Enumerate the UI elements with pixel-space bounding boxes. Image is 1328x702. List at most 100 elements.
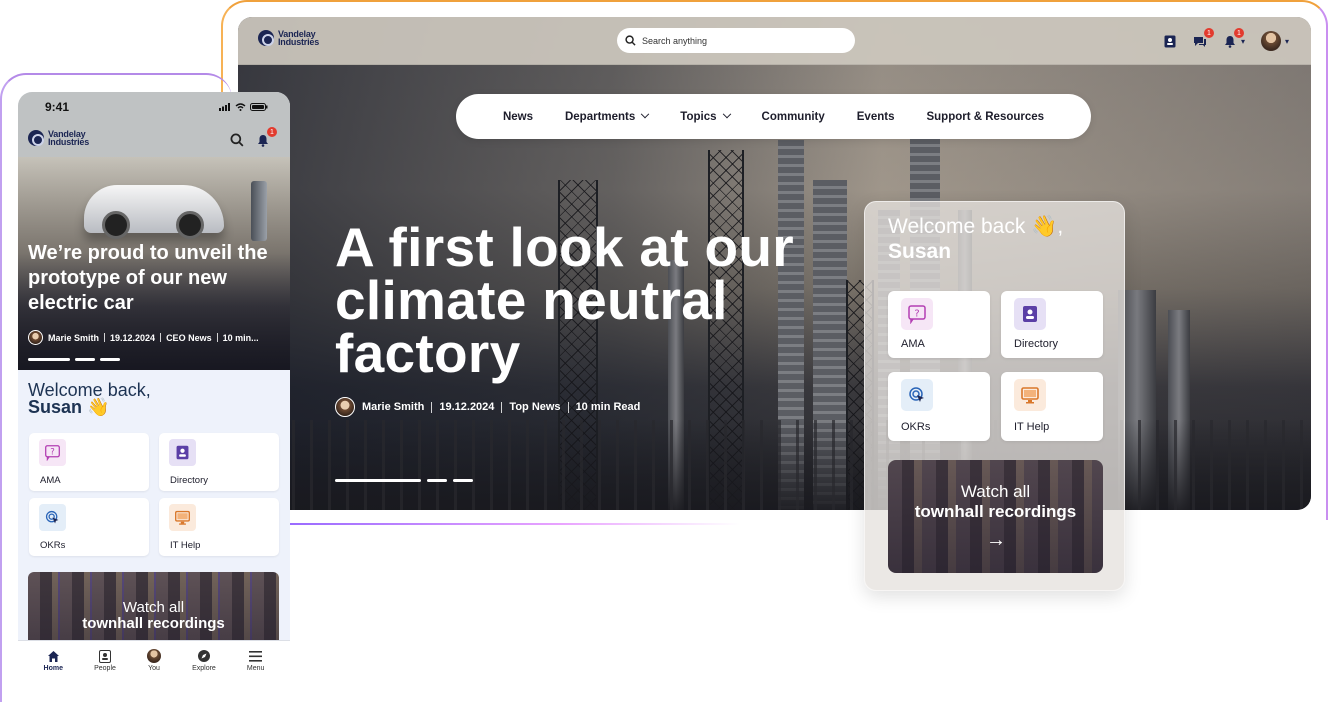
hero-article-meta: Marie Smith 19.12.2024 Top News 10 min R… (335, 397, 640, 417)
company-logo[interactable]: Vandelay Industries (258, 30, 330, 47)
tile-it-help[interactable]: IT Help (159, 498, 279, 556)
tile-okrs-label: OKRs (40, 540, 66, 551)
carousel-indicators (28, 358, 120, 361)
mobile-welcome-heading: Welcome back, Susan 👋 (28, 380, 151, 417)
contact-book-icon (98, 649, 112, 663)
welcome-card: Welcome back 👋, Susan ? AMA Directory OK… (864, 201, 1125, 591)
chevron-down-icon (641, 109, 650, 118)
main-navigation: News Departments Topics Community Events… (456, 94, 1091, 139)
tile-okrs[interactable]: OKRs (888, 372, 990, 441)
question-bubble-icon: ? (39, 439, 66, 466)
search-placeholder: Search anything (642, 35, 708, 46)
target-cursor-icon (901, 379, 933, 411)
author-avatar (335, 397, 355, 417)
signal-icon (219, 103, 230, 111)
category-label[interactable]: CEO News (166, 333, 212, 343)
mobile-intranet-app: 9:41 Vandelay Industries 1 We’re proud t… (18, 92, 290, 680)
tab-you[interactable]: You (146, 649, 161, 672)
tile-ama[interactable]: ? AMA (888, 291, 990, 358)
notifications-badge: 1 (267, 127, 277, 137)
user-avatar[interactable] (1260, 31, 1281, 51)
bottom-tab-bar: Home People You Explore Menu (18, 640, 290, 680)
tile-directory[interactable]: Directory (159, 433, 279, 491)
read-time: 10 min... (222, 332, 259, 343)
carousel-dot-active[interactable] (28, 358, 70, 361)
svg-text:?: ? (914, 309, 919, 320)
tab-menu[interactable]: Menu (247, 649, 264, 672)
company-logo[interactable]: Vandelay Industries (28, 130, 100, 147)
tile-it-help-label: IT Help (1014, 421, 1050, 433)
notifications-button[interactable]: 1 (256, 127, 277, 147)
messages-badge: 1 (1203, 28, 1214, 38)
search-button[interactable] (230, 133, 244, 152)
welcome-heading: Welcome back 👋, Susan (888, 215, 1064, 263)
logo-mark-icon (28, 130, 44, 146)
carousel-dot[interactable] (427, 479, 447, 482)
nav-news[interactable]: News (503, 111, 533, 123)
hero-headline[interactable]: A first look at our climate neutral fact… (335, 220, 855, 381)
bell-icon (1224, 35, 1235, 48)
desktop-top-bar: Vandelay Industries Search anything 1 1 … (238, 17, 1311, 65)
target-cursor-icon (39, 504, 66, 531)
notifications-button[interactable]: 1 (1223, 28, 1244, 48)
tile-ama[interactable]: ? AMA (29, 433, 149, 491)
tile-directory-label: Directory (170, 475, 209, 486)
publish-date: 19.12.2024 (439, 401, 495, 413)
decorative-glow-line (290, 523, 740, 525)
nav-events[interactable]: Events (857, 111, 895, 123)
nav-topics[interactable]: Topics (680, 109, 731, 123)
search-input[interactable]: Search anything (617, 28, 855, 53)
author-name[interactable]: Marie Smith (48, 333, 99, 343)
nav-departments[interactable]: Departments (565, 109, 650, 123)
mobile-hero-meta: Marie Smith 19.12.2024 CEO News 10 min..… (28, 330, 259, 345)
carousel-dot[interactable] (453, 479, 473, 482)
directory-shortcut-button[interactable] (1163, 34, 1177, 48)
tile-directory[interactable]: Directory (1001, 291, 1103, 358)
question-bubble-icon: ? (901, 298, 933, 330)
carousel-dot[interactable] (75, 358, 95, 361)
status-bar: 9:41 (18, 92, 290, 122)
tab-explore[interactable]: Explore (192, 649, 216, 672)
tile-okrs[interactable]: OKRs (29, 498, 149, 556)
chevron-down-icon[interactable]: ▾ (1285, 37, 1289, 46)
mobile-hero-headline: We’re proud to unveil the prototype of o… (28, 242, 268, 314)
wifi-icon (235, 103, 246, 111)
logo-line-2: Industries (278, 37, 320, 47)
search-icon (625, 35, 636, 46)
category-label[interactable]: Top News (509, 401, 560, 413)
logo-mark-icon (258, 30, 274, 46)
carousel-dot-active[interactable] (335, 479, 421, 482)
top-bar-actions: 1 1 ▾ ▾ (1163, 28, 1289, 51)
desktop-intranet-window: Vandelay Industries Search anything 1 1 … (238, 17, 1311, 510)
tile-okrs-label: OKRs (901, 421, 931, 433)
tile-directory-label: Directory (1014, 338, 1059, 350)
charging-station-image (251, 181, 267, 241)
messages-button[interactable]: 1 (1193, 28, 1214, 48)
status-time: 9:41 (45, 100, 70, 114)
bell-icon (258, 134, 268, 147)
author-name[interactable]: Marie Smith (362, 401, 424, 413)
nav-support-resources[interactable]: Support & Resources (926, 111, 1044, 123)
notifications-badge: 1 (1233, 28, 1244, 38)
tab-home[interactable]: Home (44, 649, 63, 672)
read-time: 10 min Read (575, 401, 641, 413)
contact-book-icon (1164, 35, 1176, 47)
townhall-recordings-banner[interactable]: Watch all townhall recordings → (888, 460, 1103, 573)
tile-it-help-label: IT Help (170, 540, 201, 551)
tile-it-help[interactable]: IT Help (1001, 372, 1103, 441)
profile-avatar-icon (146, 649, 161, 663)
chevron-down-icon (722, 109, 731, 118)
home-icon (46, 649, 60, 663)
carousel-dot[interactable] (100, 358, 120, 361)
tab-people[interactable]: People (94, 649, 116, 672)
monitor-icon (169, 504, 196, 531)
electric-car-image (84, 185, 224, 239)
arrow-right-icon: → (986, 529, 1006, 551)
chevron-down-icon[interactable]: ▾ (1241, 37, 1245, 46)
battery-icon (250, 103, 268, 111)
compass-icon (197, 649, 211, 663)
nav-community[interactable]: Community (762, 111, 825, 123)
author-avatar (28, 330, 43, 345)
contact-book-icon (169, 439, 196, 466)
publish-date: 19.12.2024 (110, 332, 156, 343)
